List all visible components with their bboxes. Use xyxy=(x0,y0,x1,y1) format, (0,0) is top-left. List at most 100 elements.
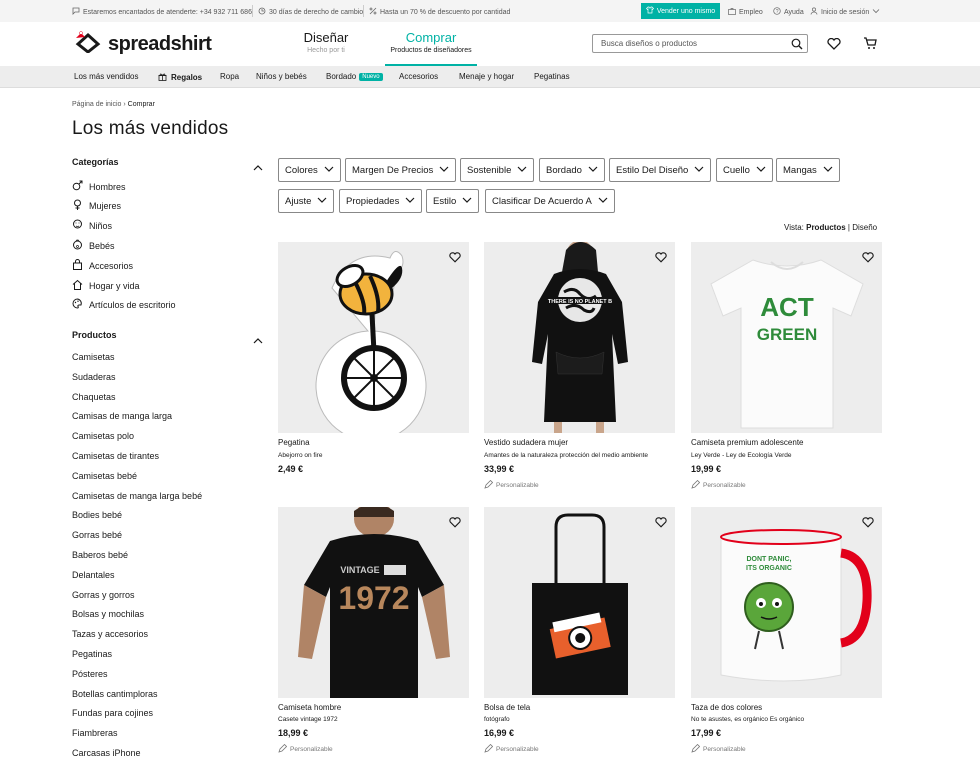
filter-neck[interactable]: Cuello xyxy=(716,158,773,182)
sidebar-product-item[interactable]: Camisetas xyxy=(72,352,115,362)
product-title[interactable]: Bolsa de tela xyxy=(484,703,530,712)
nav-clothing[interactable]: Ropa xyxy=(220,72,239,81)
sidebar-product-item[interactable]: Camisetas polo xyxy=(72,431,134,441)
filter-design-style[interactable]: Estilo Del Diseño xyxy=(609,158,712,182)
filter-sustainable[interactable]: Sostenible xyxy=(460,158,535,182)
sidebar-product-item[interactable]: Camisas de manga larga xyxy=(72,411,172,421)
help-link[interactable]: ? Ayuda xyxy=(773,7,804,17)
categories-heading[interactable]: Categorías xyxy=(72,157,119,167)
sidebar-item-accessories[interactable]: Accesorios xyxy=(72,259,133,272)
sidebar-product-item[interactable]: Gorras bebé xyxy=(72,530,122,540)
favorite-heart-icon[interactable] xyxy=(449,515,461,533)
product-image-sticker[interactable] xyxy=(278,242,469,442)
sidebar-product-item[interactable]: Bolsas y mochilas xyxy=(72,609,144,619)
product-price: 18,99 € xyxy=(278,728,309,738)
wishlist-heart-icon[interactable] xyxy=(827,37,841,55)
nav-accessories[interactable]: Accesorios xyxy=(399,72,438,81)
view-products-option[interactable]: Productos xyxy=(806,223,846,232)
tab-shop[interactable]: Comprar Productos de diseñadores xyxy=(385,30,477,66)
view-designs-option[interactable]: Diseño xyxy=(852,223,877,232)
personalizable-tag[interactable]: Personalizable xyxy=(484,479,539,491)
favorite-heart-icon[interactable] xyxy=(655,250,667,268)
personalizable-tag[interactable]: Personalizable xyxy=(691,479,746,491)
product-title[interactable]: Vestido sudadera mujer xyxy=(484,438,568,447)
logo[interactable]: spreadshirt xyxy=(72,31,212,58)
filter-sleeves[interactable]: Mangas xyxy=(776,158,840,182)
product-image-hoodie-dress[interactable]: THERE IS NO PLANET B xyxy=(484,240,675,433)
sidebar-product-item[interactable]: Fundas para cojines xyxy=(72,708,153,718)
sidebar-product-item[interactable]: Fiambreras xyxy=(72,728,118,738)
products-heading[interactable]: Productos xyxy=(72,330,117,340)
personalizable-tag[interactable]: Personalizable xyxy=(484,743,539,755)
cart-icon[interactable] xyxy=(863,36,877,55)
personalizable-tag[interactable]: Personalizable xyxy=(278,743,333,755)
filter-embroidery[interactable]: Bordado xyxy=(539,158,605,182)
tab-design[interactable]: Diseñar Hecho por ti xyxy=(296,30,356,54)
sidebar-item-babies[interactable]: Bebés xyxy=(72,239,115,252)
sidebar-product-item[interactable]: Camisetas bebé xyxy=(72,471,137,481)
personalizable-tag[interactable]: Personalizable xyxy=(691,743,746,755)
nav-bestsellers[interactable]: Los más vendidos xyxy=(74,72,138,81)
sidebar-item-kids[interactable]: Niños xyxy=(72,219,112,232)
filter-sort[interactable]: Clasificar De Acuerdo A xyxy=(485,189,615,213)
sidebar-product-item[interactable]: Botellas cantimploras xyxy=(72,689,158,699)
filter-price[interactable]: Margen De Precios xyxy=(345,158,457,182)
child-icon xyxy=(72,219,83,232)
sidebar-item-women[interactable]: Mujeres xyxy=(72,199,121,212)
black-tote-camera-art xyxy=(532,513,628,695)
sidebar-product-item[interactable]: Bodies bebé xyxy=(72,510,122,520)
pencil-icon xyxy=(484,743,494,755)
sidebar-item-home[interactable]: Hogar y vida xyxy=(72,279,140,292)
product-image-mens-tshirt[interactable]: VINTAGE 1972 xyxy=(278,501,469,698)
sidebar-product-item[interactable]: Sudaderas xyxy=(72,372,116,382)
product-title[interactable]: Pegatina xyxy=(278,438,310,447)
hoodie-dress-model-art: THERE IS NO PLANET B xyxy=(532,240,628,433)
sidebar-product-item[interactable]: Delantales xyxy=(72,570,115,580)
chevron-up-icon[interactable] xyxy=(253,331,263,349)
sidebar-item-stationery[interactable]: Artículos de escritorio xyxy=(72,298,176,311)
filter-colors[interactable]: Colores xyxy=(278,158,341,182)
jobs-link[interactable]: Empleo xyxy=(728,7,763,17)
sidebar-product-item[interactable]: Pegatinas xyxy=(72,649,112,659)
gift-icon xyxy=(158,72,167,83)
search-input[interactable]: Busca diseños o productos xyxy=(592,34,808,53)
nav-embroidery[interactable]: Bordado Nuevo xyxy=(326,72,383,81)
favorite-heart-icon[interactable] xyxy=(449,250,461,268)
nav-stickers[interactable]: Pegatinas xyxy=(534,72,570,81)
product-title[interactable]: Camiseta premium adolescente xyxy=(691,438,804,447)
chevron-down-icon xyxy=(588,165,598,176)
sidebar-item-men[interactable]: Hombres xyxy=(72,180,126,193)
product-image-two-tone-mug[interactable]: DONT PANIC, ITS ORGANIC xyxy=(691,507,882,698)
sidebar-product-item[interactable]: Carcasas iPhone xyxy=(72,748,141,758)
sidebar-product-item[interactable]: Gorras y gorros xyxy=(72,590,135,600)
sidebar-product-item[interactable]: Pósteres xyxy=(72,669,108,679)
product-image-tote-bag[interactable] xyxy=(484,507,675,698)
nav-kids-babies[interactable]: Niños y bebés xyxy=(256,72,307,81)
filter-properties[interactable]: Propiedades xyxy=(339,189,423,213)
man-black-tshirt-1972-art: VINTAGE 1972 xyxy=(298,501,450,698)
product-title[interactable]: Camiseta hombre xyxy=(278,703,341,712)
sell-yourself-button[interactable]: Vender uno mismo xyxy=(641,3,720,19)
product-image-teen-tshirt[interactable]: ACT GREEN xyxy=(691,242,882,433)
nav-gifts[interactable]: Regalos xyxy=(158,72,202,83)
house-icon xyxy=(72,279,83,292)
favorite-heart-icon[interactable] xyxy=(655,515,667,533)
login-link[interactable]: Inicio de sesión xyxy=(810,7,880,17)
product-description: Casete vintage 1972 xyxy=(278,716,338,723)
favorite-heart-icon[interactable] xyxy=(862,250,874,268)
product-title[interactable]: Taza de dos colores xyxy=(691,703,762,712)
sidebar-product-item[interactable]: Camisetas de manga larga bebé xyxy=(72,491,202,501)
nav-home[interactable]: Menaje y hogar xyxy=(459,72,514,81)
search-icon[interactable] xyxy=(791,37,803,55)
sidebar-product-item[interactable]: Baberos bebé xyxy=(72,550,128,560)
sidebar-product-item[interactable]: Camisetas de tirantes xyxy=(72,451,159,461)
filter-fit[interactable]: Ajuste xyxy=(278,189,335,213)
return-icon xyxy=(258,7,266,17)
filter-style[interactable]: Estilo xyxy=(426,189,480,213)
sidebar-product-item[interactable]: Tazas y accesorios xyxy=(72,629,148,639)
sidebar-product-item[interactable]: Chaquetas xyxy=(72,392,116,402)
product-price: 2,49 € xyxy=(278,464,304,474)
favorite-heart-icon[interactable] xyxy=(862,515,874,533)
breadcrumb-home[interactable]: Página de inicio xyxy=(72,101,121,108)
chevron-up-icon[interactable] xyxy=(253,158,263,176)
